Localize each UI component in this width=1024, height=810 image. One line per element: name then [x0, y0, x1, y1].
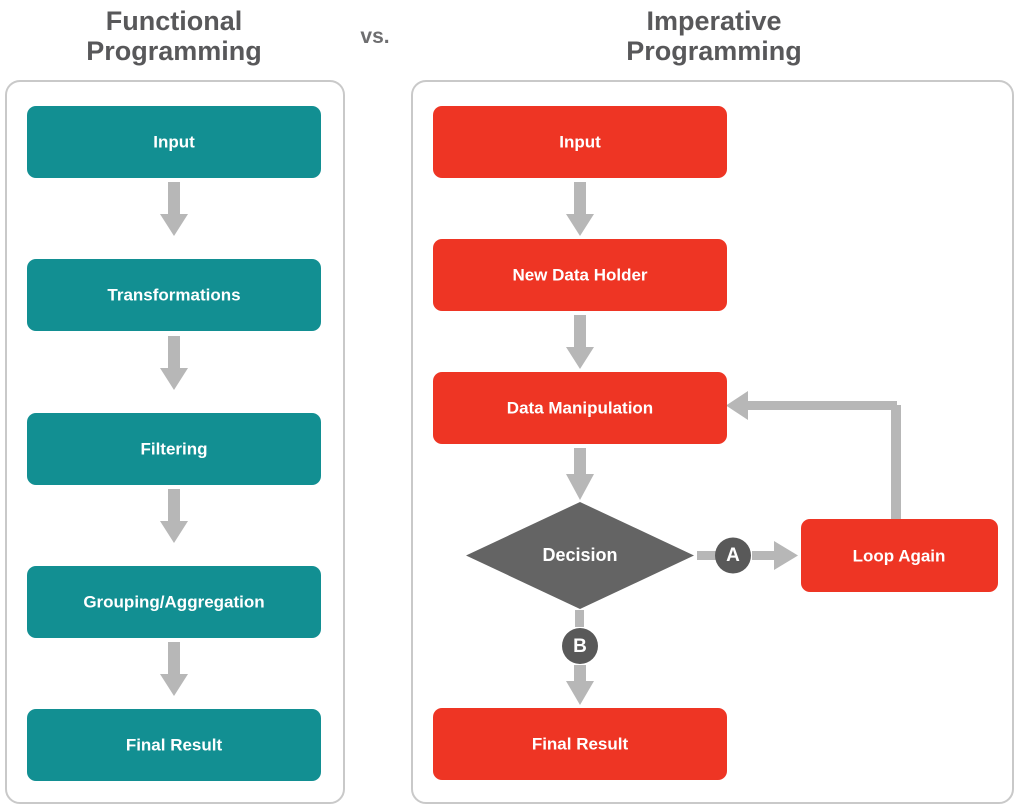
node-fp-transformations-label: Transformations — [107, 285, 240, 304]
node-fp-final-result[interactable]: Final Result — [27, 709, 321, 781]
node-ip-loop-again[interactable]: Loop Again — [801, 519, 998, 592]
left-title-line1: Functional — [106, 6, 243, 36]
node-ip-data-manipulation-label: Data Manipulation — [507, 398, 653, 417]
connector-b[interactable]: B — [562, 628, 598, 664]
node-fp-filtering[interactable]: Filtering — [27, 413, 321, 485]
diagram-canvas: Functional Programming vs. Imperative Pr… — [0, 0, 1024, 810]
node-fp-grouping-aggregation[interactable]: Grouping/Aggregation — [27, 566, 321, 638]
node-ip-data-manipulation[interactable]: Data Manipulation — [433, 372, 727, 444]
node-ip-final-result[interactable]: Final Result — [433, 708, 727, 780]
node-fp-transformations[interactable]: Transformations — [27, 259, 321, 331]
right-title-line2: Programming — [626, 36, 802, 66]
node-fp-filtering-label: Filtering — [140, 439, 207, 458]
node-ip-new-data-holder-label: New Data Holder — [512, 265, 647, 284]
right-title-line1: Imperative — [646, 6, 781, 36]
arrow-ip-decision-to-connector-b — [575, 610, 584, 627]
left-title-line2: Programming — [86, 36, 262, 66]
node-fp-grouping-label: Grouping/Aggregation — [83, 592, 264, 611]
node-ip-final-result-label: Final Result — [532, 734, 629, 753]
comparison-flowchart: Functional Programming vs. Imperative Pr… — [5, 6, 1014, 804]
connector-a[interactable]: A — [715, 537, 751, 574]
vs-label: vs. — [360, 25, 389, 48]
connector-a-label: A — [726, 545, 740, 566]
right-panel-title: Imperative Programming — [626, 6, 802, 66]
node-fp-final-result-label: Final Result — [126, 735, 223, 754]
node-ip-input-label: Input — [559, 132, 601, 151]
connector-b-label: B — [573, 636, 587, 657]
node-fp-input-label: Input — [153, 132, 195, 151]
node-ip-new-data-holder[interactable]: New Data Holder — [433, 239, 727, 311]
node-fp-input[interactable]: Input — [27, 106, 321, 178]
left-panel-title: Functional Programming — [86, 6, 262, 66]
node-ip-input[interactable]: Input — [433, 106, 727, 178]
node-ip-loop-again-label: Loop Again — [853, 546, 946, 565]
node-ip-decision-label: Decision — [542, 545, 617, 565]
